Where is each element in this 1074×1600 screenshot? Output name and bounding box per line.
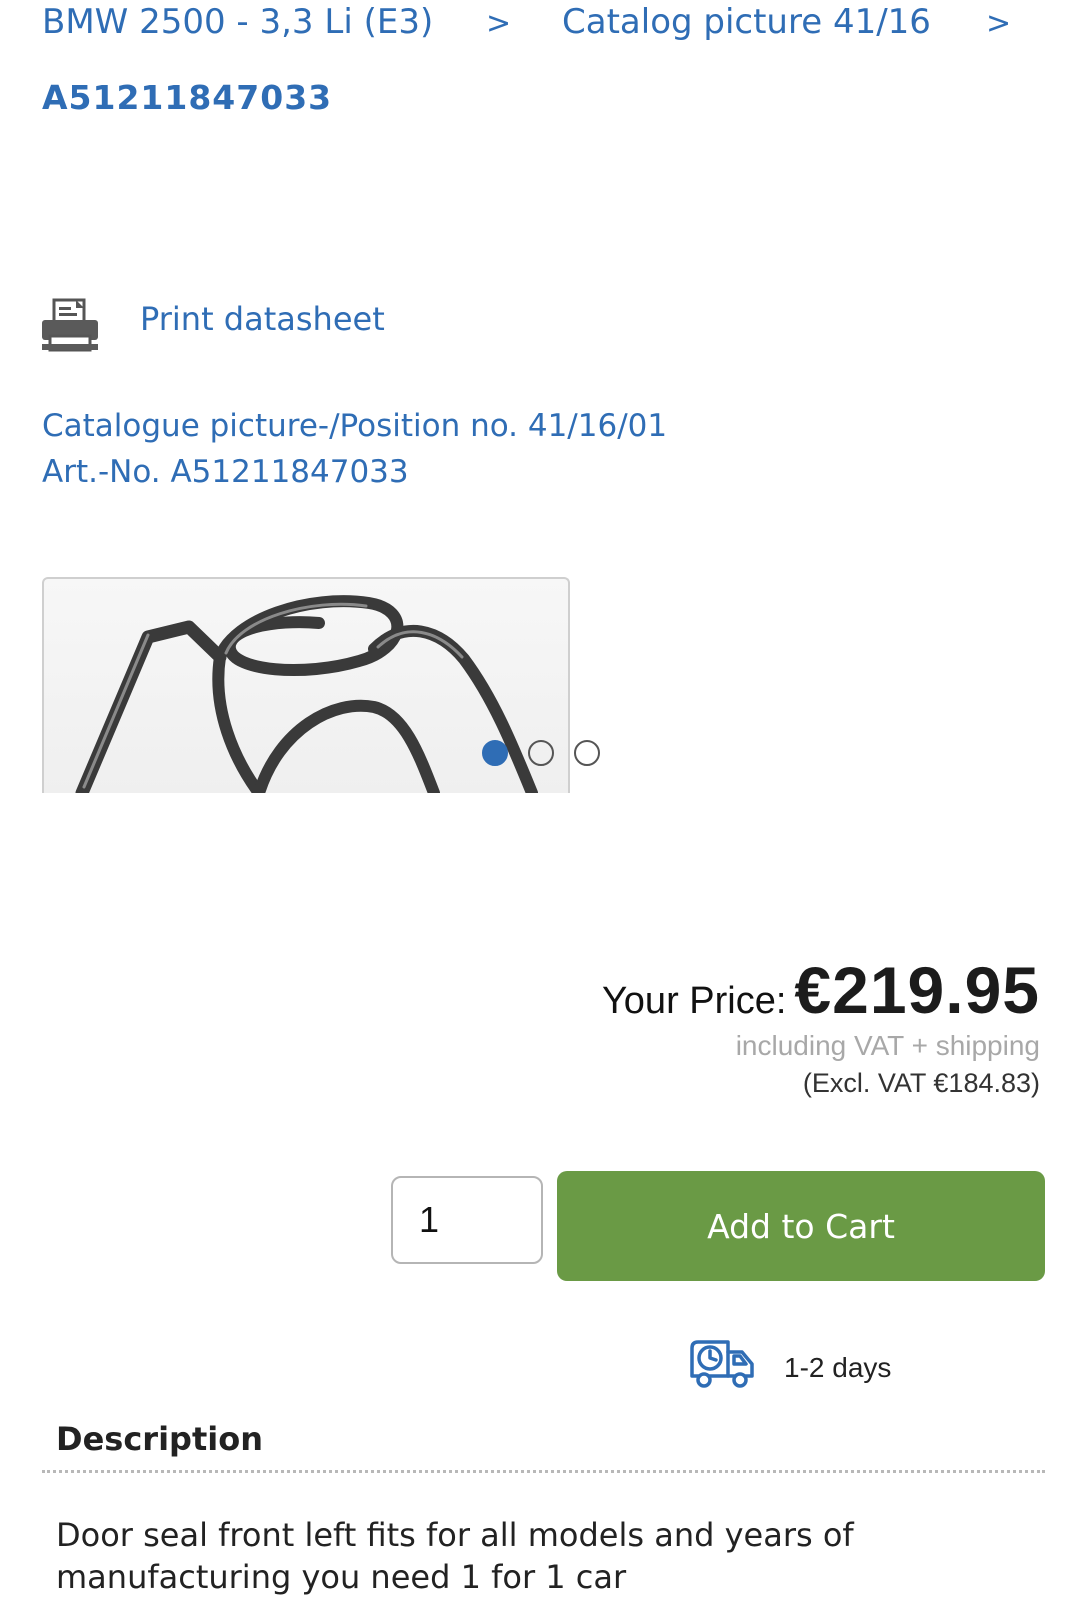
print-datasheet-link[interactable]: Print datasheet bbox=[140, 300, 385, 338]
breadcrumb-item-catalog-picture[interactable]: Catalog picture 41/16 bbox=[562, 2, 931, 42]
printer-icon[interactable] bbox=[40, 298, 100, 354]
add-to-cart-button[interactable]: Add to Cart bbox=[557, 1171, 1045, 1281]
price-block: Your Price: €219.95 bbox=[602, 952, 1040, 1028]
description-heading: Description bbox=[56, 1420, 263, 1458]
chevron-right-icon: > bbox=[486, 6, 512, 41]
carousel-pagination bbox=[482, 740, 600, 766]
carousel-dot-2[interactable] bbox=[528, 740, 554, 766]
excl-vat-price: (Excl. VAT €184.83) bbox=[802, 1068, 1040, 1098]
quantity-input[interactable] bbox=[391, 1176, 543, 1264]
price-value: €219.95 bbox=[794, 953, 1040, 1027]
catalogue-position[interactable]: Catalogue picture-/Position no. 41/16/01 bbox=[42, 408, 667, 444]
carousel-dot-1[interactable] bbox=[482, 740, 508, 766]
breadcrumb-item-model[interactable]: BMW 2500 - 3,3 Li (E3) bbox=[42, 2, 433, 42]
description-text: Door seal front left fits for all models… bbox=[56, 1516, 854, 1596]
carousel-dot-3[interactable] bbox=[574, 740, 600, 766]
vat-note[interactable]: including VAT + shipping bbox=[736, 1030, 1040, 1062]
price-label: Your Price: bbox=[601, 980, 787, 1022]
page-title: A51211847033 bbox=[42, 78, 333, 117]
description-divider bbox=[42, 1470, 1045, 1473]
delivery-truck-icon bbox=[690, 1340, 754, 1388]
delivery-time: 1-2 days bbox=[784, 1352, 892, 1383]
article-number: Art.-No. A51211847033 bbox=[42, 454, 409, 490]
chevron-right-icon: > bbox=[986, 6, 1012, 41]
